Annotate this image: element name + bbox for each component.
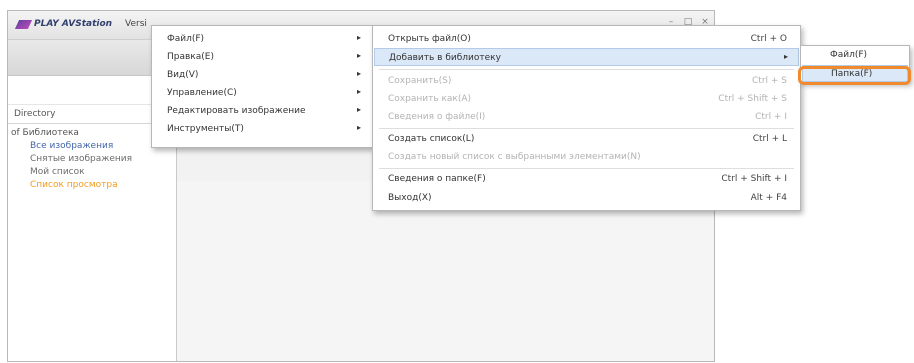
- chevron-right-icon: ▸: [356, 33, 361, 42]
- tree-root-library[interactable]: of Библиотека: [11, 128, 79, 138]
- menu-item-save-as[interactable]: Сохранить как(A) Ctrl + Shift + S: [374, 90, 799, 108]
- chevron-right-icon: ▸: [356, 87, 361, 96]
- menu-separator: [379, 69, 794, 70]
- tree-item-all-images[interactable]: Все изображения: [30, 141, 113, 151]
- file-submenu: Открыть файл(O) Ctrl + O Добавить в библ…: [372, 25, 801, 211]
- menu-item-tools[interactable]: Инструменты(T) ▸: [153, 120, 371, 138]
- app-version-text: Versi: [125, 19, 147, 29]
- chevron-right-icon: ▸: [783, 52, 788, 61]
- tree-item-watch-list[interactable]: Список просмотра: [30, 180, 118, 190]
- menu-item-folder-info[interactable]: Сведения о папке(F) Ctrl + Shift + I: [374, 170, 799, 188]
- chevron-right-icon: ▸: [356, 123, 361, 132]
- menu-item-exit[interactable]: Выход(X) Alt + F4: [374, 189, 799, 207]
- menu-item-library-file[interactable]: Файл(F): [802, 47, 908, 64]
- menu-item-create-list-from-selection[interactable]: Создать новый список с выбранными элемен…: [374, 148, 799, 166]
- menu-separator: [379, 128, 794, 129]
- menu-item-open-file[interactable]: Открыть файл(O) Ctrl + O: [374, 30, 799, 48]
- highlight-callout: [798, 66, 911, 85]
- menu-item-save[interactable]: Сохранить(S) Ctrl + S: [374, 72, 799, 90]
- tree-item-captured-images[interactable]: Снятые изображения: [30, 154, 132, 164]
- menu-item-edit-image[interactable]: Редактировать изображение ▸: [153, 102, 371, 120]
- menu-item-edit[interactable]: Правка(E) ▸: [153, 48, 371, 66]
- menu-item-view[interactable]: Вид(V) ▸: [153, 66, 371, 84]
- main-menu: Файл(F) ▸ Правка(E) ▸ Вид(V) ▸ Управлени…: [151, 25, 373, 148]
- menu-separator: [379, 168, 794, 169]
- chevron-right-icon: ▸: [356, 69, 361, 78]
- menu-item-file-info[interactable]: Сведения о файле(I) Ctrl + I: [374, 108, 799, 126]
- sidebar-header-label: Directory: [14, 109, 56, 119]
- app-title: PLAY AVStation: [34, 19, 113, 29]
- menu-item-file[interactable]: Файл(F) ▸: [153, 30, 371, 48]
- chevron-right-icon: ▸: [356, 51, 361, 60]
- menu-item-control[interactable]: Управление(C) ▸: [153, 84, 371, 102]
- chevron-right-icon: ▸: [356, 105, 361, 114]
- menu-item-add-to-library[interactable]: Добавить в библиотеку ▸: [374, 48, 799, 66]
- menu-item-create-list[interactable]: Создать список(L) Ctrl + L: [374, 130, 799, 148]
- tree-item-my-list[interactable]: Мой список: [30, 167, 85, 177]
- app-logo-icon: [14, 20, 33, 29]
